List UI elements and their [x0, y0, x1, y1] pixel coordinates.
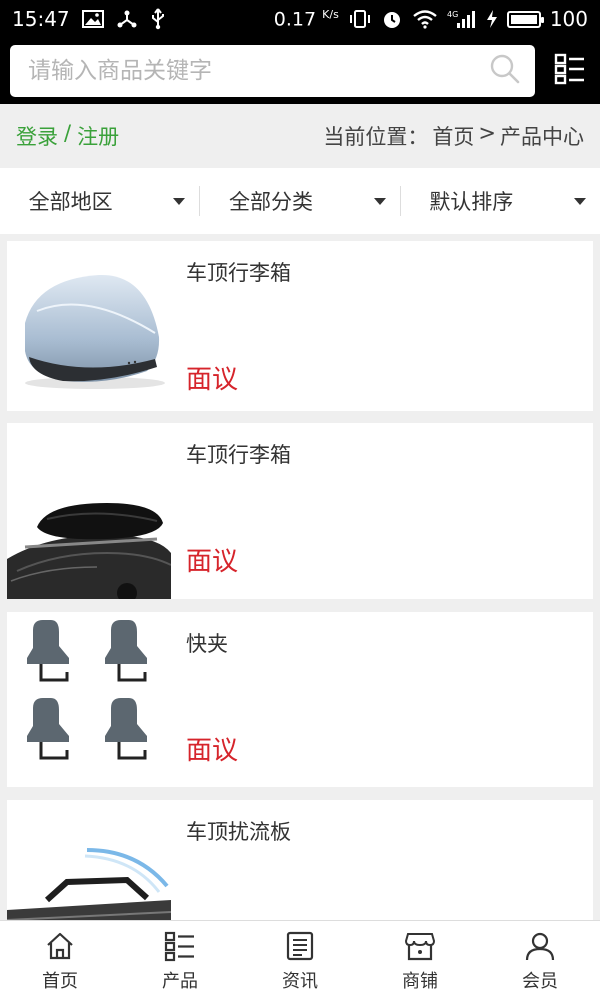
nav-label-news: 资讯 — [282, 970, 318, 992]
search-box[interactable] — [10, 45, 535, 97]
search-input[interactable] — [28, 58, 489, 84]
breadcrumb-home-link[interactable]: 首页 — [432, 121, 474, 151]
product-image-roof-box-silver — [7, 241, 171, 411]
nav-item-products[interactable]: 产品 — [120, 921, 240, 1000]
filter-region-label: 全部地区 — [28, 190, 113, 214]
share-icon — [116, 9, 138, 29]
filter-sort-dropdown[interactable]: 默认排序 — [401, 168, 600, 234]
home-icon — [43, 929, 77, 963]
signal-label: 4G — [447, 10, 458, 19]
search-icon[interactable] — [489, 53, 521, 89]
status-bar: 15:47 0.17 K/s 4G 100 — [0, 0, 600, 38]
filter-bar: 全部地区 全部分类 默认排序 — [0, 168, 600, 234]
nav-label-store: 商铺 — [402, 970, 438, 992]
product-name: 车顶行李箱 — [186, 261, 291, 285]
register-link[interactable]: 注册 — [77, 121, 119, 151]
alarm-icon — [381, 8, 403, 30]
nav-item-member[interactable]: 会员 — [480, 921, 600, 1000]
nav-label-member: 会员 — [522, 970, 558, 992]
menu-grid-icon — [554, 53, 586, 89]
filter-region-dropdown[interactable]: 全部地区 — [0, 168, 199, 234]
product-card[interactable]: 车顶行李箱 面议 — [7, 423, 593, 599]
product-price: 面议 — [186, 547, 239, 577]
usb-icon — [150, 8, 166, 30]
caret-down-icon — [173, 198, 186, 205]
login-link[interactable]: 登录 — [16, 121, 58, 151]
breadcrumb-bar: 登录 / 注册 当前位置： 首页 > 产品中心 — [0, 104, 600, 168]
menu-button[interactable] — [550, 51, 590, 91]
signal-icon: 4G — [447, 9, 477, 29]
filter-category-label: 全部分类 — [228, 190, 313, 214]
breadcrumb-current: 产品中心 — [500, 125, 584, 149]
nav-label-products: 产品 — [162, 970, 198, 992]
nav-label-home: 首页 — [42, 970, 78, 992]
filter-category-dropdown[interactable]: 全部分类 — [200, 168, 399, 234]
product-card[interactable]: 快夹 面议 — [7, 612, 593, 787]
image-icon — [81, 10, 104, 28]
filter-sort-label: 默认排序 — [429, 190, 514, 214]
wifi-icon — [412, 9, 438, 29]
net-speed: 0.17 — [273, 8, 317, 31]
breadcrumb-arrow: > — [478, 121, 496, 145]
net-unit: K/s — [322, 7, 339, 21]
vibrate-icon — [348, 9, 372, 29]
product-card[interactable]: 车顶行李箱 面议 — [7, 241, 593, 411]
product-image-roof-box-black-on-car — [7, 423, 171, 599]
location-prefix: 当前位置： — [323, 125, 429, 149]
product-image-quick-clamps — [7, 612, 171, 787]
list-icon — [163, 929, 197, 963]
nav-item-store[interactable]: 商铺 — [360, 921, 480, 1000]
battery-icon — [506, 10, 544, 28]
product-image-roof-spoiler — [7, 800, 171, 920]
charging-icon — [486, 9, 498, 29]
product-price: 面议 — [186, 365, 239, 395]
store-icon — [403, 929, 437, 963]
bottom-nav: 首页 产品 资讯 商铺 会员 — [0, 920, 600, 1000]
product-price: 面议 — [186, 736, 239, 766]
nav-item-home[interactable]: 首页 — [0, 921, 120, 1000]
search-header — [0, 38, 600, 104]
caret-down-icon — [573, 198, 586, 205]
product-name: 车顶扰流板 — [186, 820, 291, 844]
login-separator: / — [64, 121, 72, 145]
product-list: 车顶行李箱 面议 车顶行李箱 面议 快夹 面议 车顶扰流板 — [0, 234, 600, 920]
user-icon — [523, 929, 557, 963]
nav-item-news[interactable]: 资讯 — [240, 921, 360, 1000]
product-name: 快夹 — [186, 632, 228, 656]
battery-level: 100 — [549, 7, 588, 31]
caret-down-icon — [373, 198, 386, 205]
product-card[interactable]: 车顶扰流板 面议 — [7, 800, 593, 920]
breadcrumb: 当前位置： 首页 > 产品中心 — [323, 121, 584, 151]
product-name: 车顶行李箱 — [186, 443, 291, 467]
news-icon — [283, 929, 317, 963]
status-time: 15:47 — [12, 7, 70, 31]
login-links: 登录 / 注册 — [16, 121, 119, 151]
